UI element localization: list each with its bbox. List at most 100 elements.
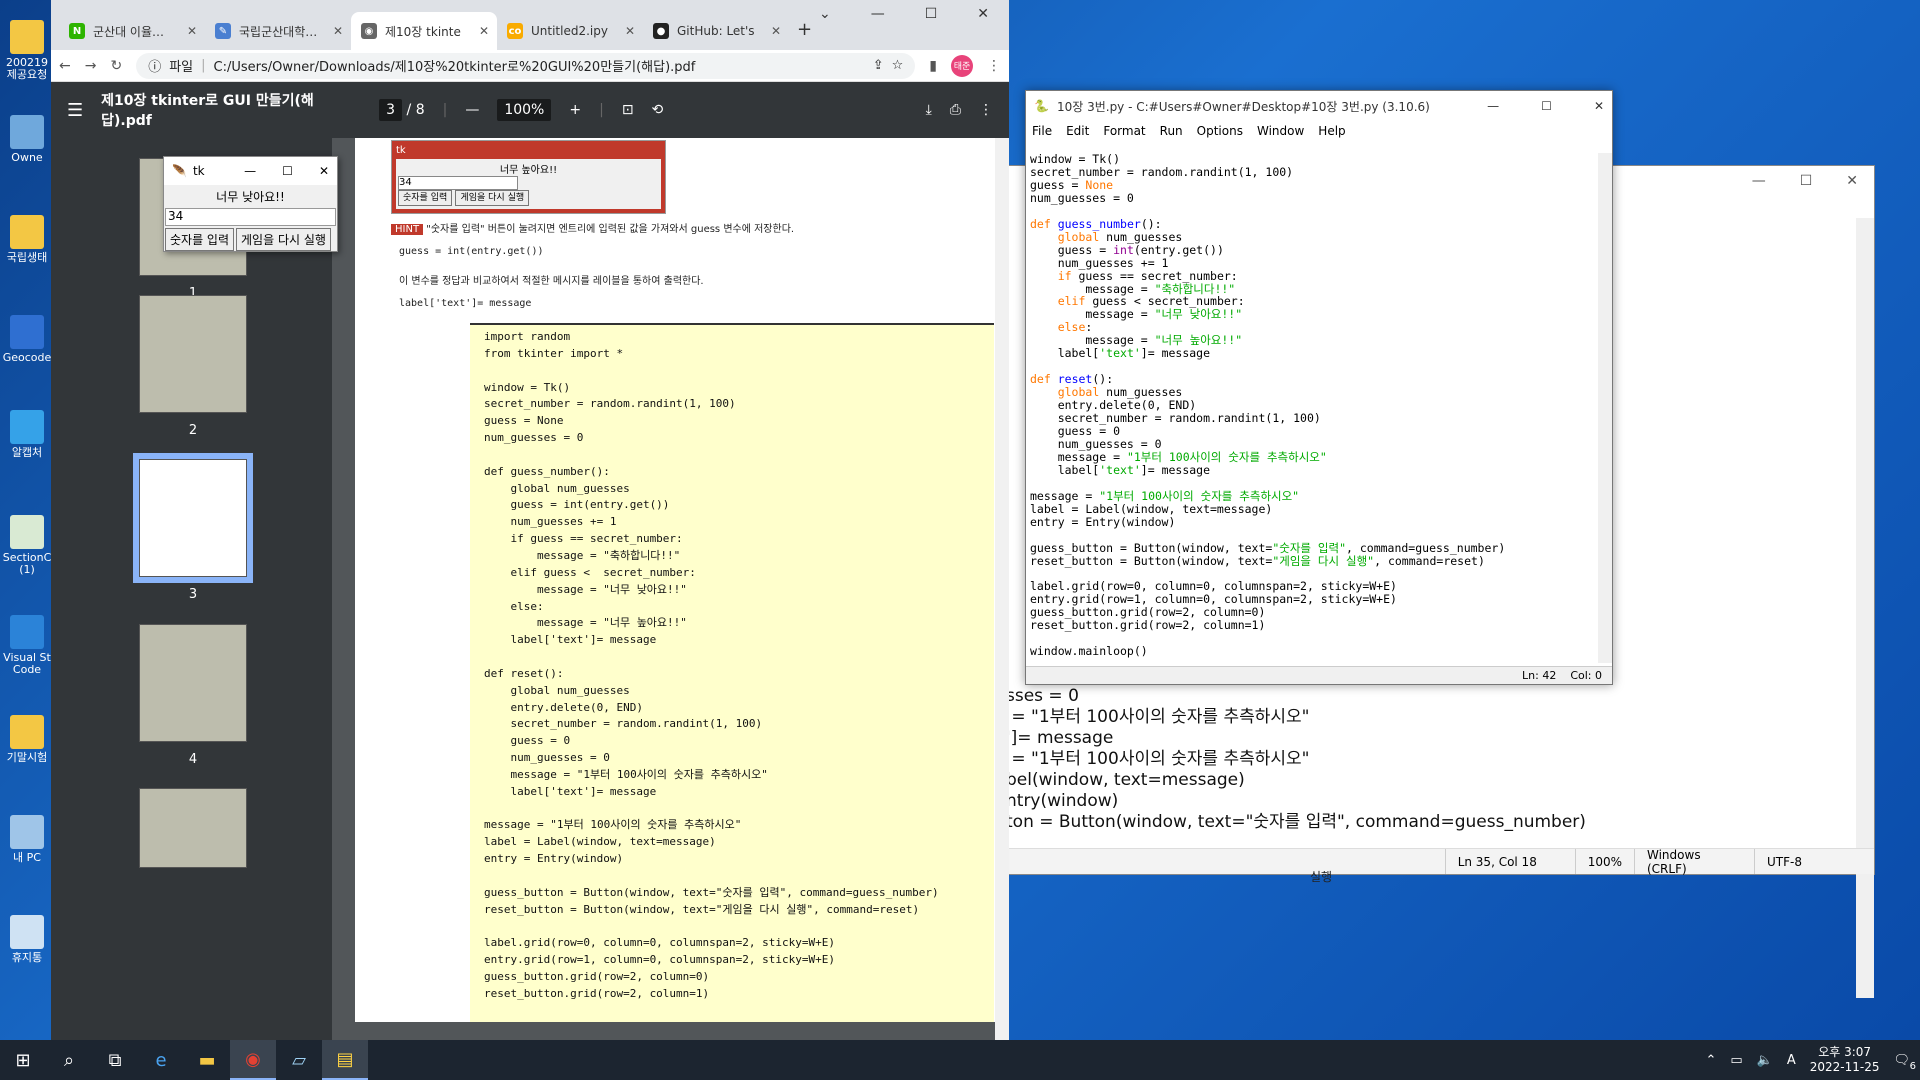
python-idle-icon[interactable]: ▤ [322, 1040, 368, 1080]
more-icon[interactable]: ⋮ [979, 102, 993, 118]
chrome-icon[interactable]: ◉ [230, 1040, 276, 1080]
desktop-icon[interactable]: 휴지통 [2, 915, 52, 964]
desktop-icon[interactable]: 알캡처 [2, 410, 52, 459]
browser-tab[interactable]: ✎ 국립군산대학… ✕ [205, 12, 351, 50]
tab-close-icon[interactable]: ✕ [479, 24, 489, 38]
desktop-icon[interactable]: 기말시험 [2, 715, 52, 764]
bookmark-star-icon[interactable]: ☆ [892, 58, 904, 73]
idle-menu-item[interactable]: Window [1257, 124, 1304, 138]
input-language[interactable]: A [1787, 1053, 1796, 1068]
tab-title: 군산대 이율… [93, 24, 165, 39]
forward-icon[interactable]: → [85, 58, 97, 74]
line-ending: Windows (CRLF) [1634, 848, 1754, 876]
volume-icon[interactable]: 🔈 [1757, 1053, 1773, 1068]
tab-close-icon[interactable]: ✕ [187, 24, 197, 38]
desktop-icon[interactable]: 200219 제공요청 [2, 20, 52, 81]
browser-tab[interactable]: N 군산대 이율… ✕ [59, 12, 205, 50]
notification-icon[interactable]: 🗨 6 [1893, 1053, 1916, 1072]
page-thumbnail[interactable] [139, 788, 247, 868]
maximize-icon[interactable]: ☐ [925, 6, 938, 22]
thumbnail-number: 4 [188, 752, 198, 767]
print-icon[interactable]: ⎙ [950, 102, 961, 118]
zoom-out-icon[interactable]: — [465, 102, 479, 118]
idle-code-editor[interactable]: window = Tk() secret_number = random.ran… [1030, 153, 1595, 663]
maximize-icon[interactable]: ☐ [282, 164, 293, 178]
download-icon[interactable]: ⤓ [926, 102, 932, 118]
desktop-icon[interactable]: Visual St Code [2, 615, 52, 676]
back-icon[interactable]: ← [59, 58, 71, 74]
close-icon[interactable]: ✕ [1846, 173, 1858, 189]
desktop-icon-label: 휴지통 [11, 951, 43, 964]
minimize-icon[interactable]: — [244, 164, 256, 178]
maximize-icon[interactable]: ☐ [1800, 173, 1813, 189]
network-icon[interactable]: ▭ [1730, 1053, 1742, 1068]
tab-close-icon[interactable]: ✕ [625, 24, 635, 38]
new-tab-icon[interactable]: + [797, 19, 812, 40]
edge-icon[interactable]: e [138, 1040, 184, 1080]
browser-tab[interactable]: ● GitHub: Let's ✕ [643, 12, 789, 50]
close-icon[interactable]: ✕ [319, 164, 329, 178]
address-bar[interactable]: ⓘ 파일 | C:/Users/Owner/Downloads/제10장%20t… [136, 52, 916, 79]
tab-search-icon[interactable]: ⌄ [819, 6, 831, 22]
start-icon[interactable]: ⊞ [0, 1040, 46, 1080]
page-thumbnail[interactable] [139, 624, 247, 742]
file-explorer-icon[interactable]: ▬ [184, 1040, 230, 1080]
tray-chevron-icon[interactable]: ⌃ [1705, 1053, 1716, 1068]
close-icon[interactable]: ✕ [1594, 99, 1604, 113]
tk-window[interactable]: 🪶 tk — ☐ ✕ 너무 낮아요!! 34 숫자를 입력 게임을 다시 실행 [163, 156, 338, 252]
reload-icon[interactable]: ↻ [110, 58, 122, 74]
notepad-scrollbar[interactable] [1856, 218, 1874, 998]
desktop-icon[interactable]: Geocode [2, 315, 52, 364]
info-icon[interactable]: ⓘ [148, 56, 161, 75]
tab-close-icon[interactable]: ✕ [771, 24, 781, 38]
maximize-icon[interactable]: ☐ [1541, 99, 1552, 113]
page-thumbnail[interactable] [139, 295, 247, 413]
desktop-icon[interactable]: Owne [2, 115, 52, 164]
zoom-in-icon[interactable]: + [569, 102, 581, 118]
minimize-icon[interactable]: — [1752, 173, 1766, 189]
doc-tk-title: tk [396, 145, 406, 156]
idle-editor-window[interactable]: 🐍 10장 3번.py - C:#Users#Owner#Desktop#10장… [1025, 90, 1613, 685]
idle-menu-item[interactable]: Format [1103, 124, 1145, 138]
fit-page-icon[interactable]: ⊡ [622, 102, 634, 118]
desktop-icon[interactable]: 내 PC [2, 815, 52, 864]
notepad-icon[interactable]: ▱ [276, 1040, 322, 1080]
idle-menu-item[interactable]: Help [1318, 124, 1345, 138]
tab-title: 국립군산대학… [239, 24, 318, 39]
tk-titlebar[interactable]: 🪶 tk — ☐ ✕ [164, 157, 337, 185]
close-icon[interactable]: ✕ [977, 6, 989, 22]
tk-entry[interactable]: 34 [165, 208, 336, 226]
pdf-scrollbar[interactable] [995, 138, 1009, 1040]
reset-button[interactable]: 게임을 다시 실행 [236, 228, 331, 251]
url-text[interactable]: C:/Users/Owner/Downloads/제10장%20tkinter로… [214, 56, 696, 75]
task-view-icon[interactable]: ⧉ [92, 1040, 138, 1080]
thumbnail-sidebar[interactable]: 1234 [51, 138, 332, 1040]
idle-titlebar[interactable]: 🐍 10장 3번.py - C:#Users#Owner#Desktop#10장… [1026, 91, 1612, 121]
share-icon[interactable]: ⇪ [873, 58, 884, 73]
notepad-text[interactable]: sses = 0 = "1부터 100사이의 숫자를 추측하시오" ']= me… [1006, 686, 1854, 833]
idle-menu-item[interactable]: File [1032, 124, 1052, 138]
menu-dots-icon[interactable]: ⋮ [987, 58, 1001, 74]
avatar[interactable]: 태준 [951, 54, 973, 77]
tab-close-icon[interactable]: ✕ [333, 24, 343, 38]
rotate-icon[interactable]: ⟲ [652, 102, 664, 118]
hamburger-icon[interactable]: ☰ [67, 100, 83, 121]
clock[interactable]: 오후 3:07 2022-11-25 [1810, 1045, 1880, 1075]
browser-tab[interactable]: ◉ 제10장 tkinte ✕ [351, 12, 497, 50]
idle-menu-item[interactable]: Edit [1066, 124, 1089, 138]
page-thumbnail[interactable] [133, 453, 253, 583]
guess-button[interactable]: 숫자를 입력 [165, 228, 235, 251]
idle-scrollbar[interactable] [1598, 153, 1612, 663]
minimize-icon[interactable]: — [871, 6, 885, 22]
page-input[interactable]: 3 [379, 99, 403, 121]
minimize-icon[interactable]: — [1487, 99, 1499, 113]
desktop-icon[interactable]: SectionC (1) [2, 515, 52, 576]
search-icon[interactable]: ⌕ [46, 1040, 92, 1080]
side-panel-icon[interactable]: ▮ [929, 58, 937, 74]
idle-menu-item[interactable]: Run [1160, 124, 1183, 138]
zoom-input[interactable]: 100% [497, 99, 552, 121]
browser-tab[interactable]: co Untitled2.ipy ✕ [497, 12, 643, 50]
idle-menu-item[interactable]: Options [1197, 124, 1243, 138]
thumbnail-number: 2 [188, 423, 198, 438]
desktop-icon[interactable]: 국립생태 [2, 215, 52, 264]
